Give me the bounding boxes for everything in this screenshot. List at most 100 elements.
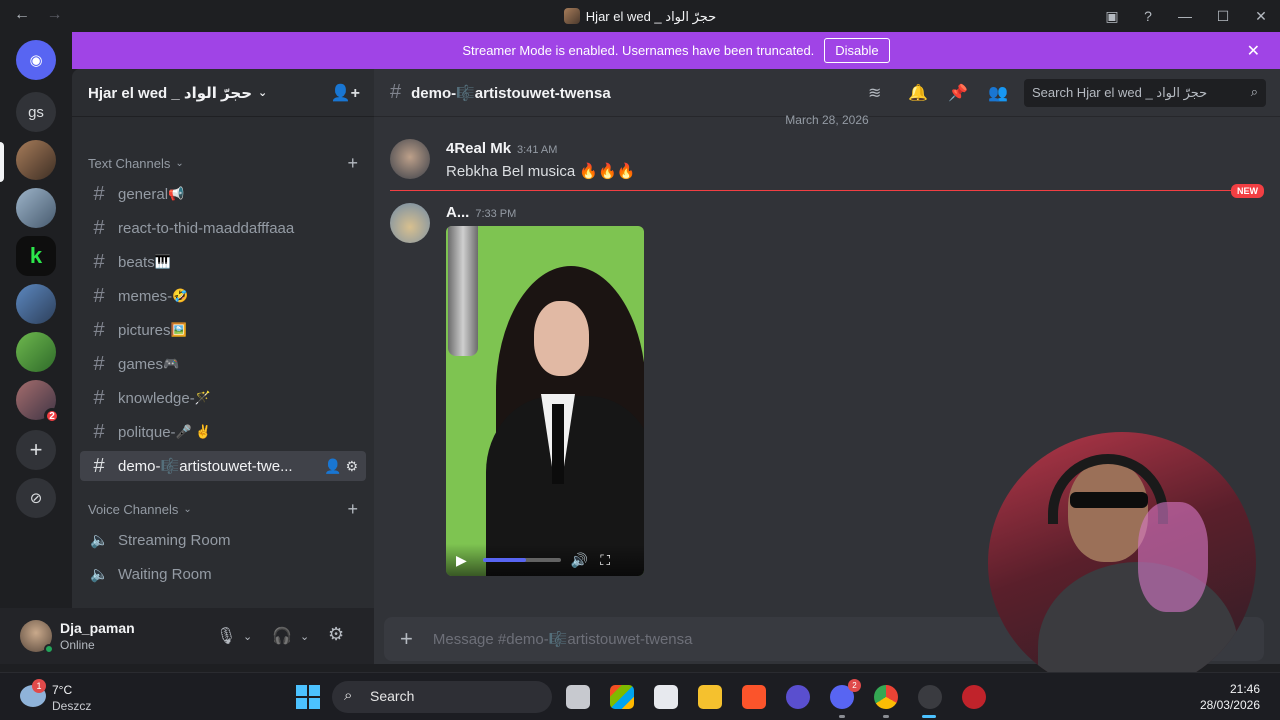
- attach-plus-icon[interactable]: +: [400, 626, 413, 652]
- server-kick-icon[interactable]: k: [16, 236, 56, 276]
- search-input[interactable]: Search Hjar el wed _ حجرّ الواد ⌕: [1024, 79, 1266, 107]
- speaker-icon: 🔈: [90, 566, 109, 583]
- file-explorer-icon[interactable]: [698, 685, 722, 709]
- server-thumbnail-icon: [563, 8, 580, 24]
- chevron-down-icon[interactable]: ⌄: [243, 630, 252, 643]
- user-status: Online: [60, 638, 95, 652]
- invite-people-icon[interactable]: 👤+: [331, 83, 360, 103]
- disable-streamer-button[interactable]: Disable: [824, 38, 890, 63]
- system-clock[interactable]: 21:46 28/03/2026: [1200, 681, 1260, 713]
- voice-streaming-room[interactable]: 🔈 Streaming Room: [80, 525, 366, 555]
- message-author[interactable]: A... 7:33 PM: [446, 204, 516, 221]
- channel-header: # demo-🎼artistouwet-twensa ≋ 🔔 📌 👥 Searc…: [374, 69, 1280, 117]
- message-author[interactable]: 4Real Mk 3:41 AM: [446, 140, 557, 157]
- volume-icon[interactable]: 🔊: [571, 552, 588, 569]
- close-banner-icon[interactable]: ✕: [1247, 41, 1260, 61]
- channel-demo-active[interactable]: # demo-🎼artistouwet-twe... 👤 ⚙: [80, 451, 366, 481]
- brave-browser-icon[interactable]: [742, 685, 766, 709]
- fullscreen-icon[interactable]: ⛶: [600, 552, 610, 569]
- app-icon[interactable]: [786, 685, 810, 709]
- widgets-icon[interactable]: [610, 685, 634, 709]
- hash-icon: #: [93, 284, 105, 307]
- headphones-icon[interactable]: 🎧: [272, 626, 292, 646]
- streamer-mode-banner: Streamer Mode is enabled. Usernames have…: [72, 32, 1280, 69]
- channel-label: memes-: [118, 287, 173, 305]
- channel-label: pictures: [118, 321, 171, 339]
- help-icon[interactable]: ?: [1130, 0, 1166, 32]
- channel-knowledge[interactable]: # knowledge- 🪄: [80, 383, 366, 413]
- discord-badge: 2: [848, 679, 861, 692]
- search-icon: ⌕: [1250, 84, 1258, 99]
- create-voice-channel-icon[interactable]: +: [347, 499, 358, 520]
- channel-emoji: 🪄: [194, 390, 211, 405]
- play-icon[interactable]: ▶: [456, 552, 467, 569]
- server-icon-4[interactable]: [16, 284, 56, 324]
- server-voice-icon[interactable]: 2: [16, 380, 60, 424]
- channel-general[interactable]: # general 📢: [80, 179, 366, 209]
- server-icon-2[interactable]: [16, 188, 56, 228]
- channel-react[interactable]: # react-to-thid-maaddafffaaa: [80, 213, 366, 243]
- user-settings-gear-icon[interactable]: ⚙: [328, 624, 344, 645]
- add-server-icon[interactable]: +: [16, 430, 56, 470]
- channel-label: games: [118, 355, 164, 373]
- bell-icon[interactable]: 🔔: [908, 83, 928, 103]
- discord-home-icon[interactable]: ◉: [16, 40, 56, 80]
- author-name[interactable]: A...: [446, 204, 469, 221]
- channel-games[interactable]: # games 🎮: [80, 349, 366, 379]
- voice-waiting-room[interactable]: 🔈 Waiting Room: [80, 559, 366, 589]
- threads-icon[interactable]: ≋: [868, 83, 881, 103]
- obs-icon[interactable]: [918, 685, 942, 709]
- server-hjar-el-wed[interactable]: [16, 140, 56, 180]
- microphone-icon[interactable]: 🎙: [216, 626, 236, 646]
- voice-category[interactable]: Voice Channels ⌄ +: [88, 499, 358, 520]
- chrome-icon[interactable]: [874, 685, 898, 709]
- channel-politque[interactable]: # politque- 🎤 ✌️: [80, 417, 366, 447]
- window-title-text: Hjar el wed _ حجرّ الواد: [585, 9, 717, 24]
- discover-icon[interactable]: ⊘: [16, 478, 56, 518]
- close-window-button[interactable]: ✕: [1242, 0, 1280, 32]
- create-invite-icon[interactable]: 👤: [324, 458, 341, 474]
- server-pixel-icon[interactable]: [16, 332, 56, 372]
- weather-badge: 1: [32, 679, 46, 693]
- minimize-button[interactable]: —: [1166, 0, 1204, 32]
- text-category[interactable]: Text Channels ⌄ +: [88, 153, 358, 174]
- channel-beats[interactable]: # beats 🎹: [80, 247, 366, 277]
- chevron-down-icon[interactable]: ⌄: [300, 630, 309, 643]
- windows-start-icon[interactable]: [296, 685, 320, 709]
- recorder-icon[interactable]: [962, 685, 986, 709]
- user-panel: Dja_paman Online 🎙 ⌄ 🎧 ⌄ ⚙: [0, 608, 374, 664]
- video-attachment[interactable]: ▶ 🔊 ⛶: [446, 226, 644, 576]
- maximize-button[interactable]: ☐: [1204, 0, 1242, 32]
- channel-emoji: 🎹: [154, 254, 171, 269]
- webcam-overlay: [988, 432, 1256, 694]
- server-gs[interactable]: gs: [16, 92, 56, 132]
- store-icon[interactable]: [654, 685, 678, 709]
- hash-icon: #: [93, 352, 105, 375]
- channel-label: Streaming Room: [118, 531, 231, 549]
- channel-memes[interactable]: # memes- 🤣: [80, 281, 366, 311]
- hash-icon: #: [93, 216, 105, 239]
- channel-label: Waiting Room: [118, 565, 212, 583]
- channel-emoji: 🎤 ✌️: [175, 424, 212, 439]
- selected-server-pill: [0, 142, 4, 182]
- create-channel-icon[interactable]: +: [347, 153, 358, 174]
- discord-taskbar-icon[interactable]: 2: [830, 679, 861, 709]
- video-controls: ▶ 🔊 ⛶: [446, 544, 644, 576]
- pin-icon[interactable]: 📌: [948, 83, 968, 103]
- task-view-icon[interactable]: [566, 685, 590, 709]
- channel-title: demo-🎼artistouwet-twensa: [411, 84, 611, 102]
- channel-sidebar: Hjar el wed _ حجرّ الواد ⌄ 👤+ Text Chann…: [72, 69, 374, 664]
- member-list-icon[interactable]: 👥: [988, 83, 1008, 103]
- message-input[interactable]: [432, 630, 1033, 648]
- video-progress-bar[interactable]: [482, 558, 561, 562]
- server-rail: ◉ gs k 2 + ⊘: [0, 32, 72, 664]
- inbox-icon[interactable]: ▣: [1094, 0, 1130, 32]
- channel-label: react-to-thid-maaddafffaaa: [118, 219, 295, 237]
- gear-icon[interactable]: ⚙: [345, 458, 358, 474]
- server-header[interactable]: Hjar el wed _ حجرّ الواد ⌄ 👤+: [72, 69, 374, 117]
- channel-pictures[interactable]: # pictures 🖼️: [80, 315, 366, 345]
- author-name[interactable]: 4Real Mk: [446, 140, 511, 157]
- avatar[interactable]: [390, 139, 430, 179]
- avatar[interactable]: [390, 203, 430, 243]
- taskbar-search[interactable]: ⌕ Search: [332, 681, 552, 713]
